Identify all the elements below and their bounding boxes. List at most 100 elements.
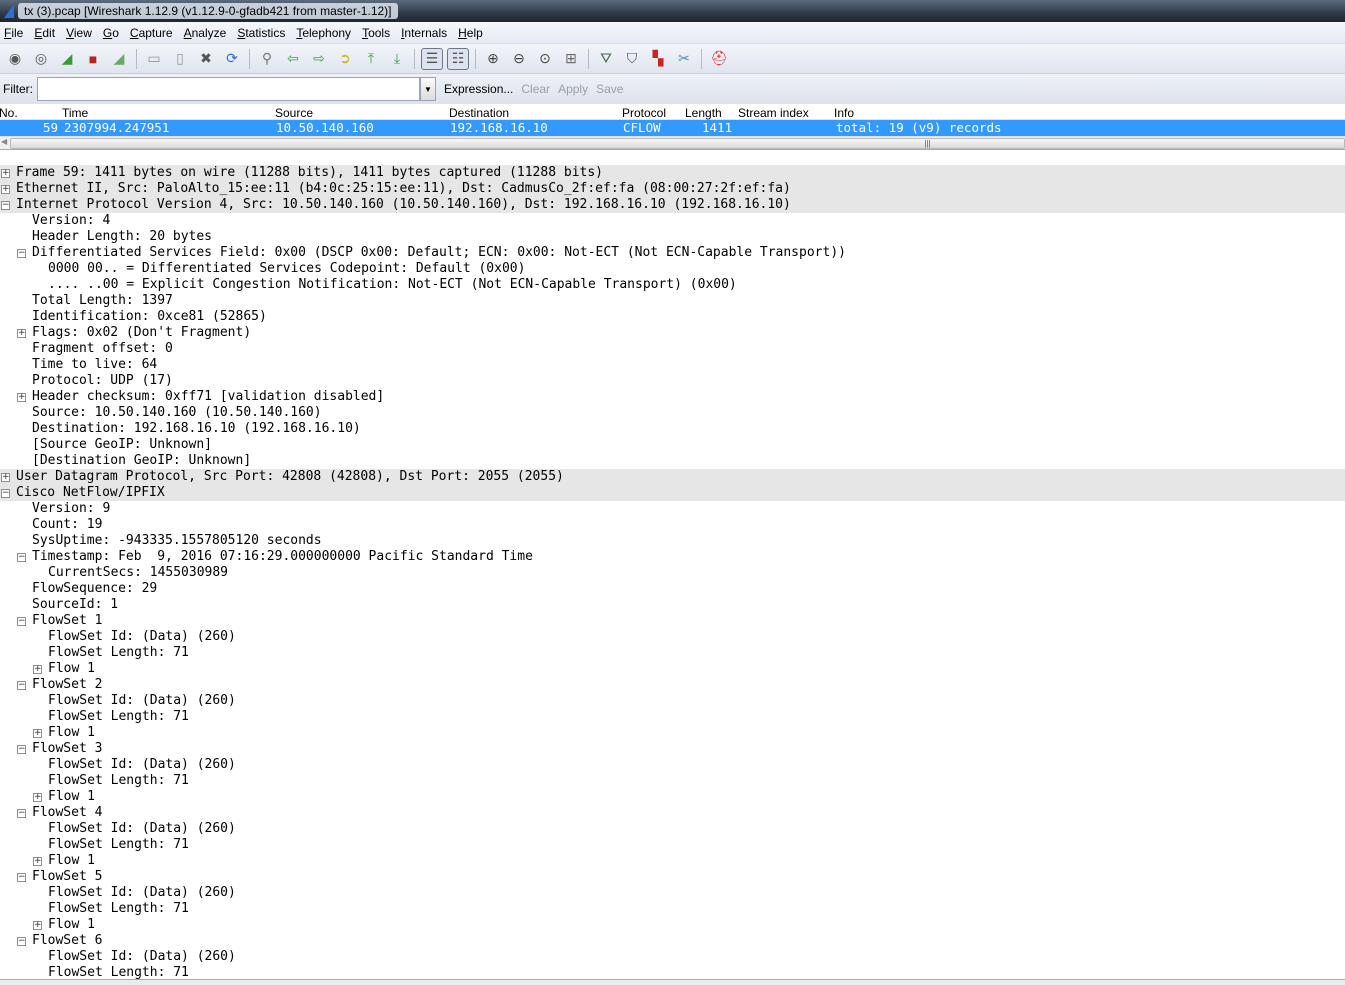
stop-capture-button[interactable]: ■ (82, 48, 104, 70)
display-filters-button[interactable]: ⛉ (621, 48, 643, 70)
menu-internals[interactable]: Internals (397, 26, 454, 40)
save-button[interactable]: Save (596, 82, 623, 96)
detail-line[interactable]: − Internet Protocol Version 4, Src: 10.50… (0, 197, 1345, 213)
menu-edit[interactable]: Edit (30, 26, 62, 40)
detail-line[interactable]: − FlowSet 3 (0, 741, 1345, 757)
filter-dropdown-button[interactable]: ▼ (420, 77, 436, 101)
detail-line[interactable]: + Ethernet II, Src: PaloAlto_15:ee:11 (b4… (0, 181, 1345, 197)
detail-line[interactable]: [Destination GeoIP: Unknown] (0, 453, 1345, 469)
detail-line[interactable]: − FlowSet 6 (0, 933, 1345, 949)
detail-line[interactable]: .... ..00 = Explicit Congestion Notifica… (0, 277, 1345, 293)
collapse-icon[interactable]: − (17, 681, 26, 690)
detail-line[interactable]: 0000 00.. = Differentiated Services Code… (0, 261, 1345, 277)
go-back-button[interactable]: ⇦ (282, 48, 304, 70)
detail-line[interactable]: FlowSet Id: (Data) (260) (0, 821, 1345, 837)
expand-icon[interactable]: + (33, 793, 42, 802)
detail-line[interactable]: − Timestamp: Feb 9, 2016 07:16:29.0000000… (0, 549, 1345, 565)
detail-line[interactable]: Version: 9 (0, 501, 1345, 517)
expression-button[interactable]: Expression... (444, 82, 513, 96)
detail-line[interactable]: Time to live: 64 (0, 357, 1345, 373)
detail-line[interactable]: Identification: 0xce81 (52865) (0, 309, 1345, 325)
pane-splitter[interactable] (0, 979, 1345, 985)
expand-icon[interactable]: + (33, 729, 42, 738)
close-file-button[interactable]: ✖ (195, 48, 217, 70)
packet-list-horizontal-scrollbar[interactable]: ◀ ||| (0, 136, 1345, 150)
column-time[interactable]: Time (62, 106, 88, 120)
detail-line[interactable]: FlowSet Id: (Data) (260) (0, 629, 1345, 645)
detail-line[interactable]: CurrentSecs: 1455030989 (0, 565, 1345, 581)
detail-line[interactable]: + Flags: 0x02 (Don't Fragment) (0, 325, 1345, 341)
detail-line[interactable]: SourceId: 1 (0, 597, 1345, 613)
detail-line[interactable]: [Source GeoIP: Unknown] (0, 437, 1345, 453)
menu-view[interactable]: View (62, 26, 99, 40)
expand-icon[interactable]: + (33, 665, 42, 674)
preferences-button[interactable]: ✂ (673, 48, 695, 70)
go-to-packet-button[interactable]: ➲ (334, 48, 356, 70)
coloring-rules-button[interactable]: ▚ (647, 48, 669, 70)
capture-filters-button[interactable]: ⛛ (595, 48, 617, 70)
capture-options-button[interactable]: ◎ (30, 48, 52, 70)
column-destination[interactable]: Destination (449, 106, 509, 120)
collapse-icon[interactable]: − (1, 489, 10, 498)
expand-icon[interactable]: + (1, 473, 10, 482)
detail-line[interactable]: + Header checksum: 0xff71 [validation dis… (0, 389, 1345, 405)
menu-statistics[interactable]: Statistics (233, 26, 292, 40)
restart-capture-button[interactable]: ◢ (108, 48, 130, 70)
menu-help[interactable]: Help (454, 26, 490, 40)
packet-row-selected[interactable]: 59 2307994.247951 10.50.140.160 192.168.… (0, 120, 1345, 136)
detail-line[interactable]: FlowSet Length: 71 (0, 965, 1345, 979)
collapse-icon[interactable]: − (17, 809, 26, 818)
collapse-icon[interactable]: − (17, 553, 26, 562)
detail-line[interactable]: − FlowSet 5 (0, 869, 1345, 885)
detail-line[interactable]: FlowSet Id: (Data) (260) (0, 949, 1345, 965)
menu-file[interactable]: File (0, 26, 30, 40)
expand-icon[interactable]: + (17, 329, 26, 338)
detail-line[interactable]: + Flow 1 (0, 725, 1345, 741)
detail-line[interactable]: − FlowSet 2 (0, 677, 1345, 693)
detail-line[interactable]: FlowSet Id: (Data) (260) (0, 693, 1345, 709)
detail-line[interactable]: FlowSet Length: 71 (0, 773, 1345, 789)
detail-line[interactable]: FlowSequence: 29 (0, 581, 1345, 597)
scroll-left-icon[interactable]: ◀ (1, 137, 7, 146)
detail-line[interactable]: Total Length: 1397 (0, 293, 1345, 309)
expand-icon[interactable]: + (1, 169, 10, 178)
column-source[interactable]: Source (275, 106, 313, 120)
detail-line[interactable]: Source: 10.50.140.160 (10.50.140.160) (0, 405, 1345, 421)
detail-line[interactable]: + Flow 1 (0, 661, 1345, 677)
column-info[interactable]: Info (834, 106, 854, 120)
collapse-icon[interactable]: − (17, 745, 26, 754)
detail-line[interactable]: Count: 19 (0, 517, 1345, 533)
save-file-button[interactable]: ▯ (169, 48, 191, 70)
help-button[interactable]: ⛑ (708, 48, 730, 70)
expand-icon[interactable]: + (17, 393, 26, 402)
apply-button[interactable]: Apply (558, 82, 588, 96)
column-stream-index[interactable]: Stream index (738, 106, 809, 120)
last-packet-button[interactable]: ⤓ (386, 48, 408, 70)
zoom-out-button[interactable]: ⊖ (508, 48, 530, 70)
detail-line[interactable]: + Flow 1 (0, 853, 1345, 869)
collapse-icon[interactable]: − (17, 937, 26, 946)
interfaces-button[interactable]: ◉ (4, 48, 26, 70)
collapse-icon[interactable]: − (17, 249, 26, 258)
column-no[interactable]: No. (0, 106, 18, 120)
go-forward-button[interactable]: ⇨ (308, 48, 330, 70)
scrollbar-thumb[interactable]: ||| (10, 138, 1345, 149)
detail-line[interactable]: + Flow 1 (0, 917, 1345, 933)
menu-analyze[interactable]: Analyze (180, 26, 234, 40)
zoom-in-button[interactable]: ⊕ (482, 48, 504, 70)
auto-scroll-button[interactable]: ☷ (447, 47, 469, 70)
colorize-button[interactable]: ☰ (421, 47, 443, 70)
column-length[interactable]: Length (685, 106, 722, 120)
detail-line[interactable]: FlowSet Id: (Data) (260) (0, 757, 1345, 773)
resize-columns-button[interactable]: ⊞ (560, 48, 582, 70)
filter-input[interactable] (37, 77, 420, 101)
menu-go[interactable]: Go (99, 26, 126, 40)
detail-line[interactable]: FlowSet Length: 71 (0, 901, 1345, 917)
detail-line[interactable]: Protocol: UDP (17) (0, 373, 1345, 389)
collapse-icon[interactable]: − (1, 201, 10, 210)
menu-telephony[interactable]: Telephony (292, 26, 358, 40)
expand-icon[interactable]: + (33, 921, 42, 930)
open-file-button[interactable]: ▭ (143, 48, 165, 70)
zoom-normal-button[interactable]: ⊙ (534, 48, 556, 70)
first-packet-button[interactable]: ⤒ (360, 48, 382, 70)
